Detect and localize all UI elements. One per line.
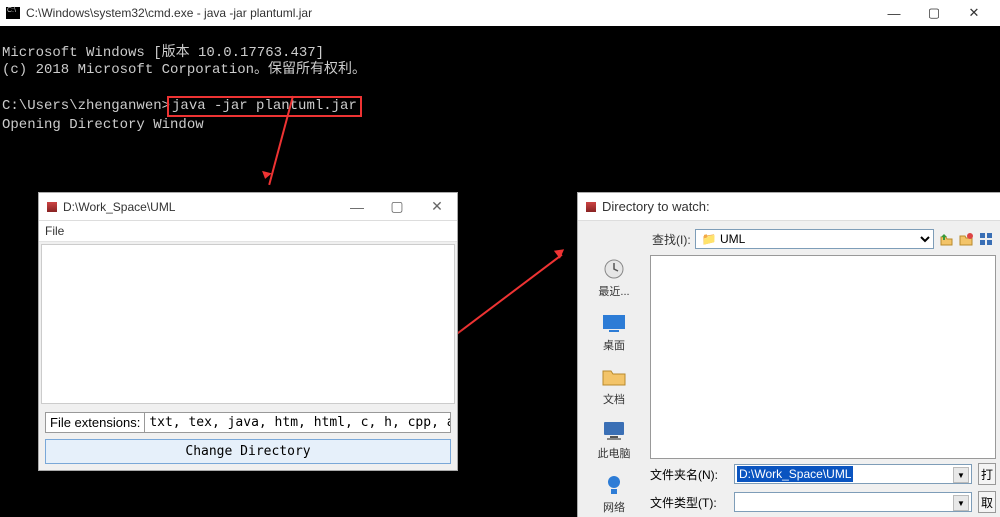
up-one-level-icon[interactable] bbox=[938, 231, 954, 247]
place-network[interactable]: 网络 bbox=[600, 473, 628, 515]
cmd-line-4: Opening Directory Window bbox=[2, 117, 204, 133]
places-bar: 最近... 桌面 文档 此电脑 bbox=[578, 221, 650, 517]
place-documents[interactable]: 文档 bbox=[600, 365, 628, 407]
plantuml-content-area bbox=[41, 244, 455, 404]
cmd-line-2: (c) 2018 Microsoft Corporation。保留所有权利。 bbox=[2, 62, 366, 78]
file-extensions-value: txt, tex, java, htm, html, c, h, cpp, ap… bbox=[145, 412, 451, 433]
directory-dialog-icon bbox=[586, 202, 596, 212]
look-in-select[interactable]: 📁 UML bbox=[695, 229, 934, 249]
maximize-button[interactable]: ▢ bbox=[914, 2, 954, 24]
place-network-label: 网络 bbox=[603, 499, 625, 515]
folder-name-combo[interactable]: D:\Work_Space\UML ▼ bbox=[734, 464, 972, 484]
cmd-prompt: C:\Users\zhenganwen> bbox=[2, 98, 170, 114]
menu-file[interactable]: File bbox=[45, 224, 64, 238]
file-list-area[interactable] bbox=[650, 255, 996, 459]
directory-dialog-title: Directory to watch: bbox=[602, 199, 710, 214]
cmd-output: Microsoft Windows [版本 10.0.17763.437] (c… bbox=[0, 26, 1000, 134]
file-extensions-label: File extensions: bbox=[45, 412, 145, 433]
plantuml-window: D:\Work_Space\UML — ▢ ✕ File File extens… bbox=[38, 192, 458, 471]
place-thispc[interactable]: 此电脑 bbox=[598, 419, 631, 461]
place-recent-label: 最近... bbox=[598, 283, 629, 299]
cmd-titlebar: C:\Windows\system32\cmd.exe - java -jar … bbox=[0, 0, 1000, 26]
plantuml-titlebar: D:\Work_Space\UML — ▢ ✕ bbox=[39, 193, 457, 221]
desktop-icon bbox=[600, 311, 628, 335]
cmd-icon bbox=[6, 7, 20, 19]
look-in-row: 查找(I): 📁 UML bbox=[650, 225, 996, 253]
annotation-arrowhead-1 bbox=[260, 171, 271, 180]
plantuml-menubar[interactable]: File bbox=[39, 221, 457, 242]
cmd-line-1: Microsoft Windows [版本 10.0.17763.437] bbox=[2, 45, 324, 61]
minimize-button[interactable]: — bbox=[874, 2, 914, 24]
network-icon bbox=[600, 473, 628, 497]
plantuml-minimize-button[interactable]: — bbox=[337, 194, 377, 220]
cmd-title: C:\Windows\system32\cmd.exe - java -jar … bbox=[26, 6, 874, 20]
clock-icon bbox=[600, 257, 628, 281]
close-button[interactable]: ✕ bbox=[954, 2, 994, 24]
plantuml-title: D:\Work_Space\UML bbox=[63, 200, 337, 214]
folder-name-label: 文件夹名(N): bbox=[650, 466, 728, 483]
directory-dialog: Directory to watch: 最近... 桌面 文档 bbox=[577, 192, 1000, 517]
chevron-down-icon[interactable]: ▼ bbox=[953, 467, 969, 483]
new-folder-icon[interactable] bbox=[958, 231, 974, 247]
file-type-row: 文件类型(T): ▼ 取 bbox=[650, 491, 996, 513]
place-documents-label: 文档 bbox=[603, 391, 625, 407]
file-extensions-row: File extensions: txt, tex, java, htm, ht… bbox=[45, 412, 451, 433]
directory-main: 查找(I): 📁 UML 文件夹名(N): bbox=[650, 221, 1000, 517]
open-button[interactable]: 打 bbox=[978, 463, 996, 485]
look-in-label: 查找(I): bbox=[652, 231, 691, 248]
plantuml-maximize-button[interactable]: ▢ bbox=[377, 194, 417, 220]
chevron-down-icon-2[interactable]: ▼ bbox=[953, 495, 969, 511]
folder-icon bbox=[600, 365, 628, 389]
place-desktop-label: 桌面 bbox=[603, 337, 625, 353]
directory-dialog-titlebar: Directory to watch: bbox=[578, 193, 1000, 221]
file-type-combo[interactable]: ▼ bbox=[734, 492, 972, 512]
folder-name-row: 文件夹名(N): D:\Work_Space\UML ▼ 打 bbox=[650, 463, 996, 485]
change-directory-button[interactable]: Change Directory bbox=[45, 439, 451, 464]
computer-icon bbox=[600, 419, 628, 443]
plantuml-close-button[interactable]: ✕ bbox=[417, 194, 457, 220]
file-type-label: 文件类型(T): bbox=[650, 494, 728, 511]
cancel-button[interactable]: 取 bbox=[978, 491, 996, 513]
plantuml-app-icon bbox=[47, 202, 57, 212]
place-recent[interactable]: 最近... bbox=[598, 257, 629, 299]
plantuml-footer: File extensions: txt, tex, java, htm, ht… bbox=[39, 406, 457, 470]
place-desktop[interactable]: 桌面 bbox=[600, 311, 628, 353]
cmd-command-highlight: java -jar plantuml.jar bbox=[167, 96, 362, 117]
folder-name-value: D:\Work_Space\UML bbox=[737, 466, 853, 482]
view-menu-icon[interactable] bbox=[978, 231, 994, 247]
place-thispc-label: 此电脑 bbox=[598, 445, 631, 461]
